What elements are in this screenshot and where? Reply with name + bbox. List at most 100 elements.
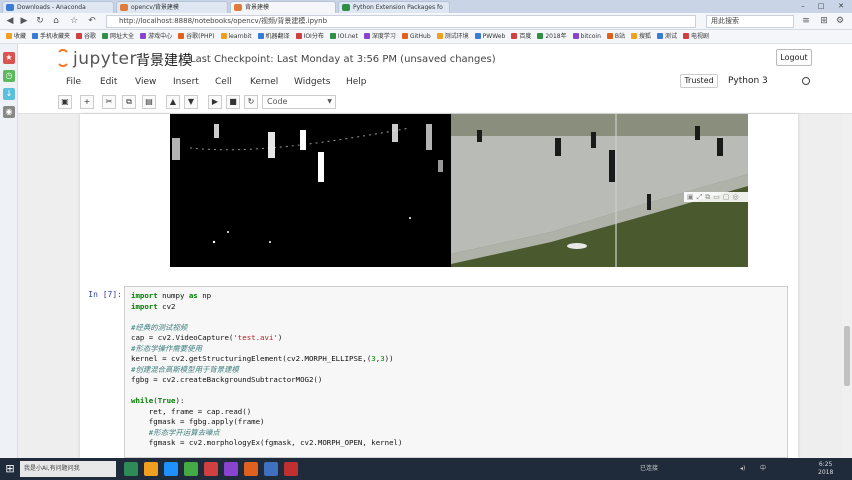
bookmark-item[interactable]: IOI分布 bbox=[295, 30, 324, 43]
code-cell-editor[interactable]: import numpy as np import cv2 #经典的测试视频 cap… bbox=[124, 286, 788, 458]
paste-icon[interactable]: ▤ bbox=[142, 95, 156, 109]
scrollbar-thumb[interactable] bbox=[844, 326, 850, 386]
taskbar-app-icon[interactable] bbox=[244, 462, 258, 476]
refresh-icon[interactable]: ↻ bbox=[34, 15, 46, 27]
notebook-page: ▣⤢⧉▭▢◎ In [7]: import numpy as np import … bbox=[80, 114, 798, 458]
taskbar-clock[interactable]: 6:25 2018 bbox=[818, 461, 833, 477]
menu-kernel[interactable]: Kernel bbox=[250, 75, 278, 90]
move-up-icon[interactable]: ▲ bbox=[166, 95, 180, 109]
bookmark-item[interactable]: GitHub bbox=[401, 30, 431, 43]
bookmark-item[interactable]: 测试环境 bbox=[436, 30, 469, 43]
menu-file[interactable]: File bbox=[66, 75, 81, 90]
minimize-button[interactable]: – bbox=[796, 1, 810, 11]
settings-icon[interactable]: ⚙ bbox=[834, 15, 846, 27]
undo-icon[interactable]: ↶ bbox=[86, 15, 98, 27]
image-toolbar[interactable]: ▣⤢⧉▭▢◎ bbox=[684, 192, 756, 202]
forward-icon[interactable]: ▶ bbox=[18, 15, 30, 27]
extensions-icon[interactable]: ⊞ bbox=[818, 15, 830, 27]
bookmark-item[interactable]: 测试 bbox=[657, 30, 677, 43]
save-icon[interactable]: ▣ bbox=[58, 95, 72, 109]
browser-tab-active[interactable]: 背景建模 bbox=[230, 1, 336, 13]
menu-widgets[interactable]: Widgets bbox=[294, 75, 330, 90]
add-cell-icon[interactable]: + bbox=[80, 95, 94, 109]
bookmark-label: 2018年 bbox=[545, 33, 567, 40]
code-line: while(True): bbox=[131, 396, 781, 407]
download-icon[interactable]: ↓ bbox=[3, 88, 15, 100]
bookmark-item[interactable]: 电视剧 bbox=[683, 30, 709, 43]
menu-cell[interactable]: Cell bbox=[215, 75, 232, 90]
taskbar-app-icon[interactable] bbox=[264, 462, 278, 476]
restart-icon[interactable]: ↻ bbox=[244, 95, 258, 109]
menu-help[interactable]: Help bbox=[346, 75, 367, 90]
notebook-toolbar: ▣ + ✂ ⧉ ▤ ▲ ▼ ▶ ■ ↻ Code ▼ bbox=[18, 92, 852, 114]
bookmark-item[interactable]: 谷歌(PHP) bbox=[178, 30, 215, 43]
cut-icon[interactable]: ✂ bbox=[102, 95, 116, 109]
trusted-badge[interactable]: Trusted bbox=[680, 74, 718, 88]
run-icon[interactable]: ▶ bbox=[208, 95, 222, 109]
browser-tab[interactable]: opencv/背景建模 bbox=[116, 1, 228, 13]
page-scrollbar[interactable] bbox=[842, 114, 852, 458]
menu-icon[interactable]: ≡ bbox=[800, 15, 812, 27]
windows-start-icon[interactable]: ⊞ bbox=[3, 462, 17, 476]
back-icon[interactable]: ◀ bbox=[4, 15, 16, 27]
copy-icon[interactable]: ⧉ bbox=[122, 95, 136, 109]
bookmark-icon bbox=[436, 33, 443, 39]
tray-network-status[interactable]: 已连接 bbox=[640, 463, 658, 475]
browser-search-input[interactable]: 用此搜索 bbox=[706, 15, 794, 28]
bookmark-item[interactable]: 机器翻译 bbox=[257, 30, 290, 43]
bookmark-item[interactable]: 游戏中心 bbox=[140, 30, 172, 43]
bookmark-item[interactable]: 百度 bbox=[511, 30, 531, 43]
menu-edit[interactable]: Edit bbox=[100, 75, 117, 90]
bookmark-icon bbox=[220, 33, 227, 39]
taskbar-app-icon[interactable] bbox=[184, 462, 198, 476]
browser-sidebar: ★ ◷ ↓ ◉ bbox=[0, 44, 18, 458]
menubar: File Edit View Insert Cell Kernel Widget… bbox=[18, 75, 852, 90]
history-icon[interactable]: ◷ bbox=[3, 70, 15, 82]
browser-tab[interactable]: Python Extension Packages fo bbox=[338, 1, 450, 13]
bookmark-item[interactable]: bitcoin bbox=[572, 30, 601, 43]
bookmark-item[interactable]: PWWeb bbox=[474, 30, 505, 43]
browser-tab[interactable]: Downloads - Anaconda bbox=[2, 1, 114, 13]
logout-button[interactable]: Logout bbox=[776, 49, 812, 66]
maximize-button[interactable]: □ bbox=[814, 1, 828, 11]
tray-input-icon[interactable]: 中 bbox=[760, 463, 766, 475]
bookmark-item[interactable]: learnbit bbox=[220, 30, 252, 43]
home-icon[interactable]: ⌂ bbox=[50, 15, 62, 27]
favorites-icon[interactable]: ★ bbox=[3, 52, 15, 64]
taskbar-search-input[interactable]: 我是小Ai,有问题问我 bbox=[20, 461, 116, 477]
bookmark-item[interactable]: 搜狐 bbox=[631, 30, 651, 43]
code-token: as bbox=[188, 291, 198, 300]
code-token: #经典的测试视频 bbox=[131, 322, 188, 332]
taskbar-app-icon[interactable] bbox=[164, 462, 178, 476]
taskbar-app-icon[interactable] bbox=[144, 462, 158, 476]
menu-view[interactable]: View bbox=[135, 75, 156, 90]
close-window-button[interactable]: ✕ bbox=[834, 1, 848, 11]
taskbar-app-icon[interactable] bbox=[124, 462, 138, 476]
bookmark-item[interactable]: 手机收藏夹 bbox=[32, 30, 70, 43]
bookmark-item[interactable]: IOI.net bbox=[329, 30, 358, 43]
taskbar-app-icon[interactable] bbox=[204, 462, 218, 476]
kernel-name[interactable]: Python 3 bbox=[728, 74, 768, 88]
taskbar-app-icon[interactable] bbox=[284, 462, 298, 476]
jupyter-logo[interactable]: jupyter bbox=[56, 49, 137, 69]
tab-favicon-icon bbox=[342, 4, 350, 11]
code-body[interactable]: import numpy as np import cv2 #经典的测试视频 cap… bbox=[131, 291, 781, 449]
cell-type-select[interactable]: Code ▼ bbox=[262, 95, 336, 109]
bookmark-item[interactable]: 收藏 bbox=[6, 30, 26, 43]
move-down-icon[interactable]: ▼ bbox=[184, 95, 198, 109]
bookmark-item[interactable]: 2018年 bbox=[537, 30, 567, 43]
bookmark-item[interactable]: 深度学习 bbox=[363, 30, 396, 43]
bookmark-item[interactable]: 网址大全 bbox=[102, 30, 134, 43]
bookmark-item[interactable]: B站 bbox=[606, 30, 625, 43]
star-icon[interactable]: ☆ bbox=[68, 15, 80, 27]
bookmark-icon bbox=[295, 33, 302, 39]
tray-volume-icon[interactable]: ◂) bbox=[740, 463, 745, 475]
url-input[interactable]: http://localhost:8888/notebooks/opencv/视… bbox=[106, 15, 696, 28]
stop-icon[interactable]: ■ bbox=[226, 95, 240, 109]
taskbar-app-icon[interactable] bbox=[224, 462, 238, 476]
extension-icon[interactable]: ◉ bbox=[3, 106, 15, 118]
notebook-name[interactable]: 背景建模 bbox=[136, 50, 192, 70]
menu-insert[interactable]: Insert bbox=[173, 75, 199, 90]
code-line: #形态学开运算去噪点 bbox=[131, 428, 781, 439]
bookmark-item[interactable]: 谷歌 bbox=[76, 30, 96, 43]
